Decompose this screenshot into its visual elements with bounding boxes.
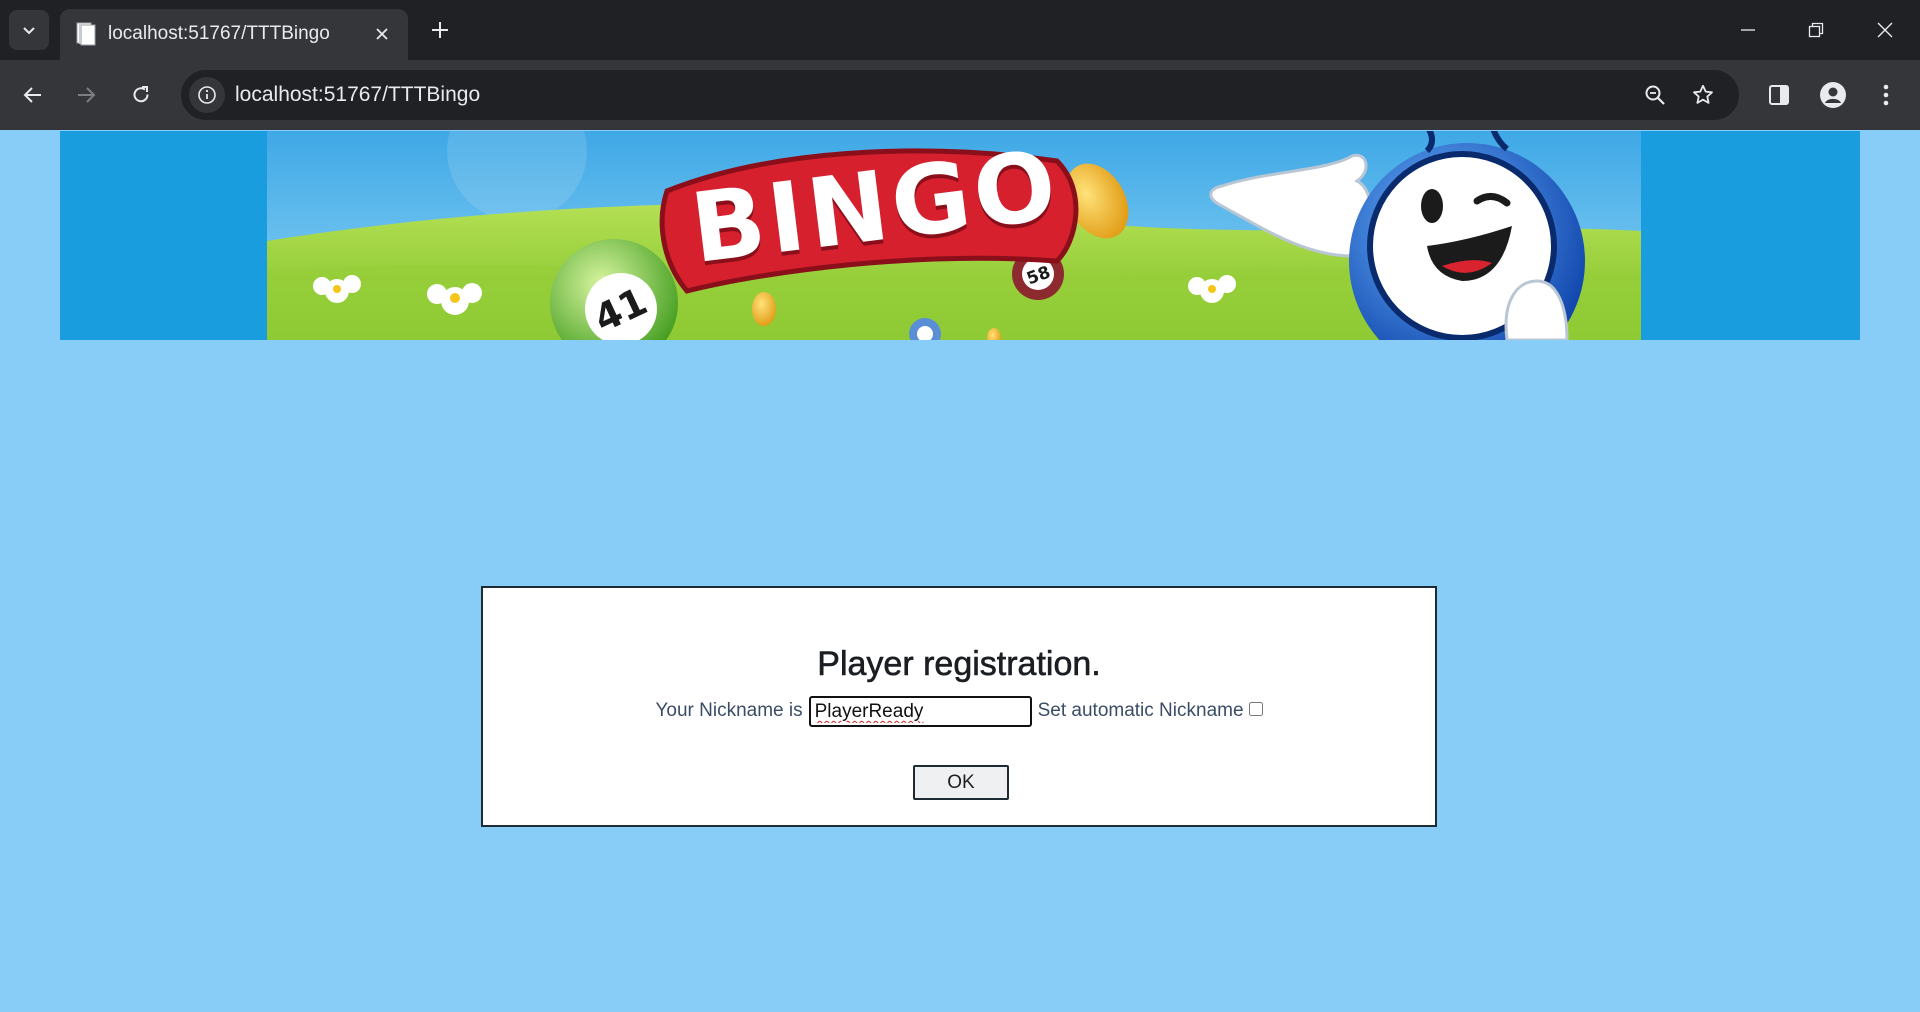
side-panel-icon bbox=[1769, 85, 1789, 105]
minimize-icon bbox=[1741, 29, 1755, 31]
arrow-right-icon bbox=[78, 87, 96, 103]
ok-button[interactable]: OK bbox=[913, 765, 1009, 800]
close-window-button[interactable] bbox=[1851, 0, 1919, 60]
chevron-down-icon bbox=[23, 27, 35, 35]
auto-nickname-checkbox[interactable] bbox=[1248, 702, 1263, 716]
tab-search-button[interactable] bbox=[9, 10, 49, 50]
auto-nickname-label: Set automatic Nickname bbox=[1037, 700, 1244, 721]
nickname-row: Your Nickname is Set automatic Nickname bbox=[483, 693, 1435, 729]
new-tab-button[interactable] bbox=[422, 12, 458, 48]
browser-tab[interactable]: localhost:51767/TTTBingo bbox=[60, 9, 408, 60]
back-button[interactable] bbox=[13, 75, 53, 115]
star-icon bbox=[1693, 84, 1713, 104]
browser-menu-button[interactable] bbox=[1866, 75, 1906, 115]
url-text[interactable]: localhost:51767/TTTBingo bbox=[235, 81, 480, 109]
browser-toolbar: localhost:51767/TTTBingo bbox=[0, 60, 1920, 130]
minimize-window-button[interactable] bbox=[1714, 0, 1782, 60]
site-info-button[interactable] bbox=[189, 77, 225, 113]
bingo-banner: 41 58 BINGO bbox=[60, 131, 1860, 340]
nickname-input[interactable] bbox=[808, 695, 1032, 727]
tab-title: localhost:51767/TTTBingo bbox=[108, 23, 330, 44]
page-favicon-icon bbox=[76, 22, 96, 46]
side-panel-button[interactable] bbox=[1759, 75, 1799, 115]
tab-close-button[interactable] bbox=[372, 24, 392, 44]
bookmark-button[interactable] bbox=[1685, 77, 1721, 113]
address-bar[interactable]: localhost:51767/TTTBingo bbox=[181, 70, 1739, 120]
registration-title: Player registration. bbox=[817, 645, 1101, 684]
restore-window-button[interactable] bbox=[1782, 0, 1850, 60]
arrow-left-icon bbox=[23, 87, 41, 103]
reload-icon bbox=[133, 86, 149, 103]
close-icon bbox=[376, 28, 388, 40]
browser-tab-strip: localhost:51767/TTTBingo bbox=[0, 0, 1920, 60]
profile-icon bbox=[1820, 82, 1846, 108]
forward-button[interactable] bbox=[66, 75, 106, 115]
profile-button[interactable] bbox=[1813, 75, 1853, 115]
registration-panel: Player registration. Your Nickname is Se… bbox=[481, 586, 1437, 827]
info-icon bbox=[198, 86, 216, 104]
zoom-out-icon bbox=[1645, 85, 1665, 105]
more-vertical-icon bbox=[1883, 84, 1889, 106]
page-content: 41 58 BINGO Player registration. Your Ni… bbox=[0, 130, 1920, 1012]
zoom-button[interactable] bbox=[1637, 77, 1673, 113]
plus-icon bbox=[432, 22, 448, 38]
nickname-label: Your Nickname is bbox=[655, 700, 803, 721]
close-icon bbox=[1877, 22, 1893, 38]
reload-button[interactable] bbox=[121, 75, 161, 115]
restore-icon bbox=[1808, 22, 1824, 38]
